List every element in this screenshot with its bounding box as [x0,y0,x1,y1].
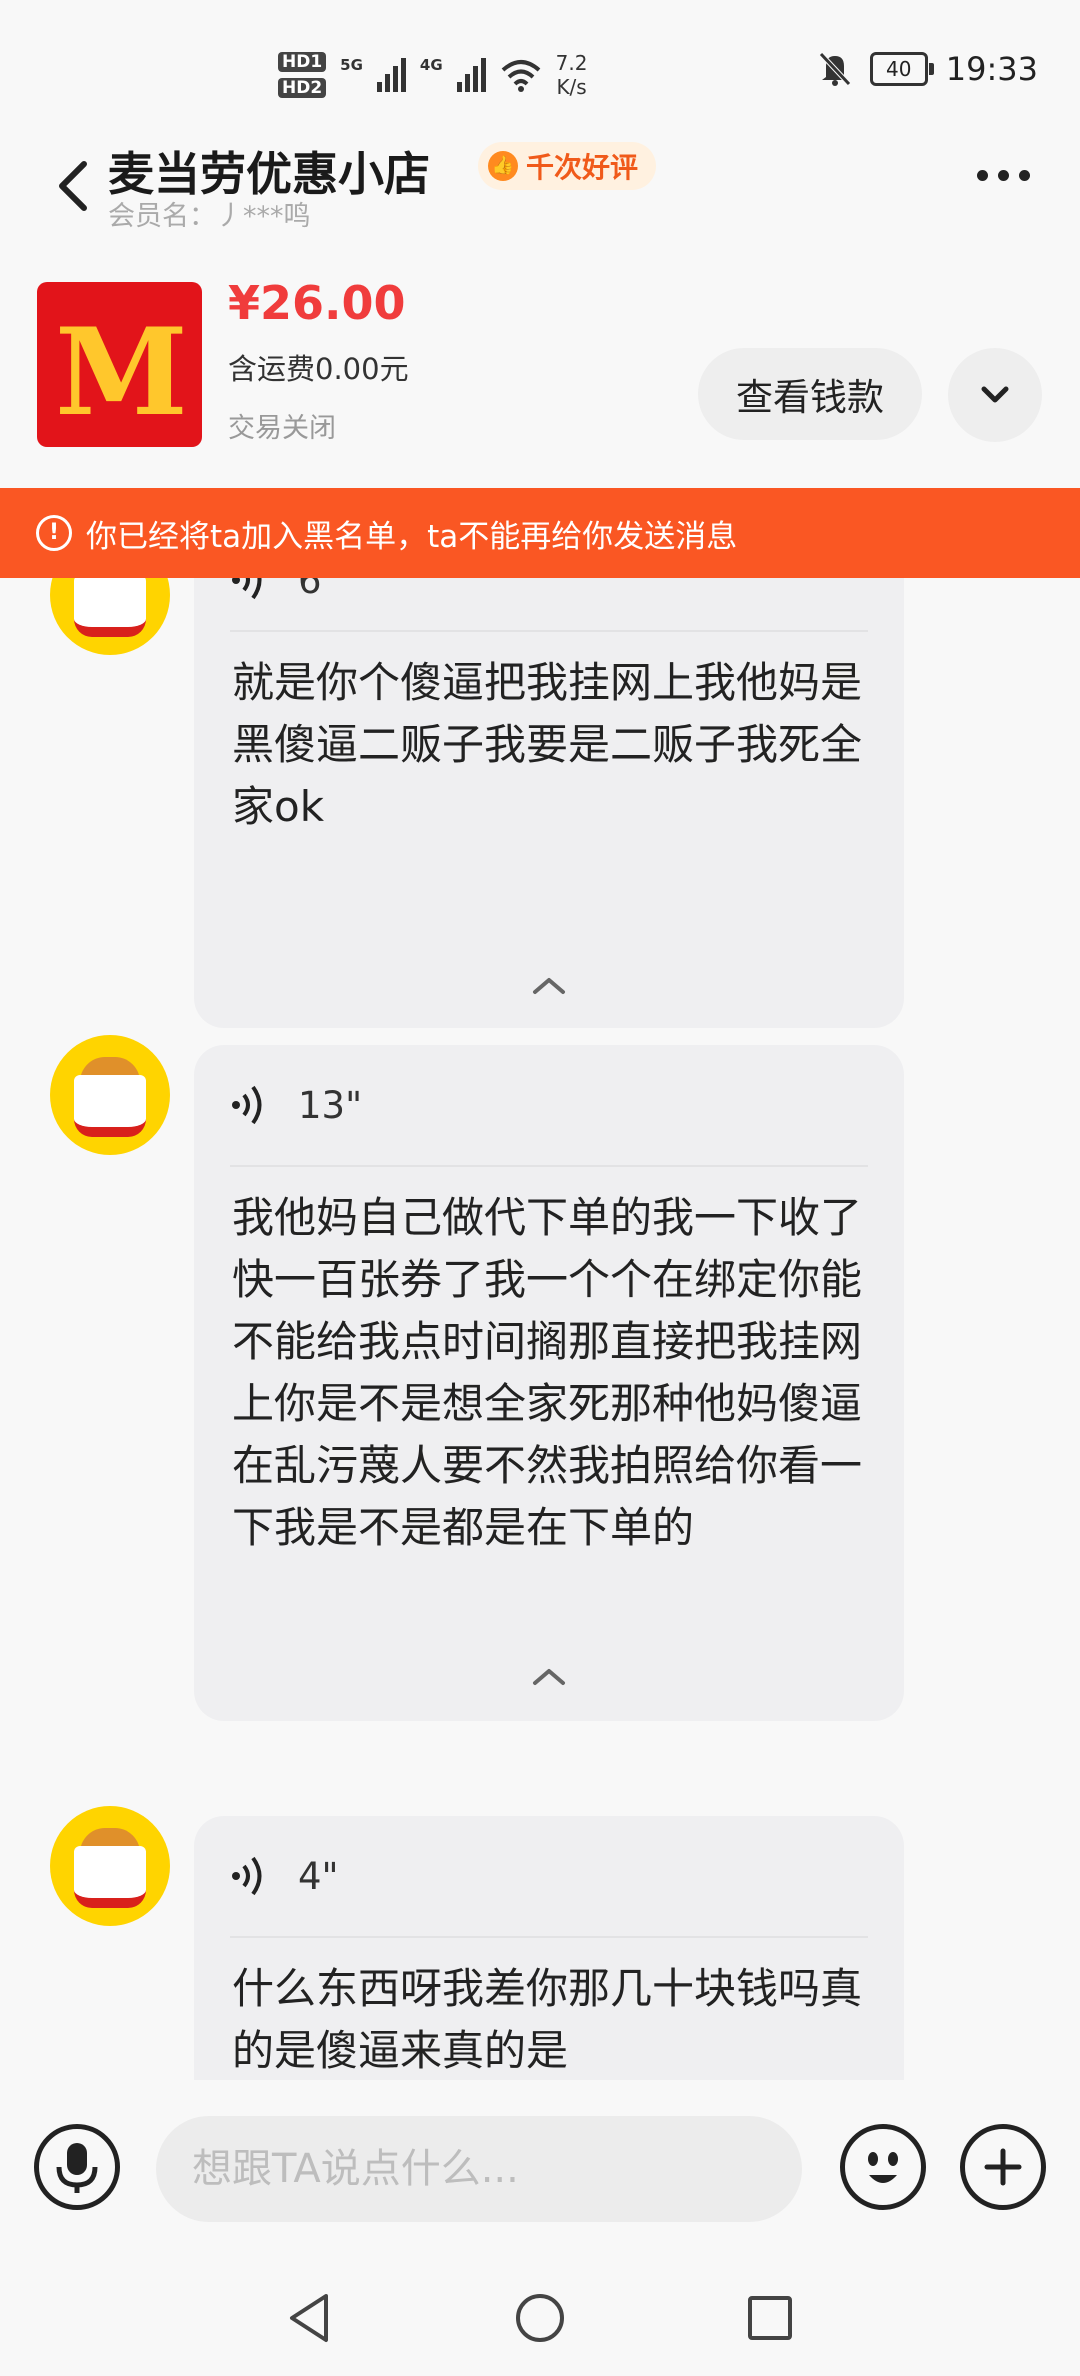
clock: 19:33 [945,50,1038,88]
signal-icon [376,58,406,92]
voice-wave-icon [232,578,262,600]
emoji-button[interactable] [840,2124,926,2210]
wifi-icon [501,60,540,92]
hd-indicator: HD1 HD2 [278,52,327,98]
mcdonalds-logo-icon: M [55,302,188,443]
voice-duration: 13" [298,1083,363,1127]
blacklist-notice: ! 你已经将ta加入黑名单，ta不能再给你发送消息 [0,488,1080,578]
message-input[interactable] [156,2116,802,2222]
voice-transcript: 什么东西呀我差你那几十块钱吗真的是傻逼来真的是 [232,1964,863,2075]
sender-avatar[interactable] [50,578,170,655]
blacklist-notice-text: 你已经将ta加入黑名单，ta不能再给你发送消息 [86,518,738,555]
system-nav-bar [0,2260,1080,2376]
product-thumbnail[interactable]: M [37,282,202,447]
speed-unit: K/s [556,75,587,99]
voice-duration: 4" [298,1854,339,1898]
voice-wave-icon [232,1856,262,1896]
voice-wave-icon [232,1085,262,1125]
network-speed: 7.2 K/s [556,51,588,99]
message-list[interactable]: 6" 就是你个傻逼把我挂网上我他妈是黑傻逼二贩子我要是二贩子我死全家ok 13" [0,578,1080,2080]
rating-badge: 👍 千次好评 [478,142,657,190]
nav-back-icon[interactable] [280,2288,340,2348]
voice-input-button[interactable] [34,2124,120,2210]
order-price: ¥26.00 [228,276,406,330]
hd2-label: HD2 [278,78,327,98]
chat-header: 麦当劳优惠小店 👍 千次好评 会员名：丿***鸣 [0,130,1080,240]
nav-recents-icon[interactable] [740,2288,800,2348]
voice-transcript: 就是你个傻逼把我挂网上我他妈是黑傻逼二贩子我要是二贩子我死全家ok [232,658,863,831]
voice-message-bubble[interactable]: 4" 什么东西呀我差你那几十块钱吗真的是傻逼来真的是 [194,1816,904,2080]
voice-message-bubble[interactable]: 13" 我他妈自己做代下单的我一下收了快一百张券了我一个个在绑定你能不能给我点时… [194,1045,904,1721]
rating-badge-label: 千次好评 [526,151,639,184]
member-name: 会员名：丿***鸣 [108,201,311,232]
smiley-icon [868,2152,898,2183]
network-4g-label: 4G [419,56,443,74]
chevron-up-icon[interactable] [527,972,571,998]
hd1-label: HD1 [278,52,327,72]
back-arrow-icon[interactable] [48,150,98,220]
chevron-up-icon[interactable] [527,1663,571,1689]
speed-value: 7.2 [555,51,588,75]
plus-icon [984,2148,1022,2186]
more-options-icon[interactable] [977,170,1030,181]
view-payment-button[interactable]: 查看钱款 [698,348,922,440]
mute-bell-icon [818,52,851,86]
voice-message-bubble[interactable]: 6" 就是你个傻逼把我挂网上我他妈是黑傻逼二贩子我要是二贩子我死全家ok [194,578,904,1028]
input-bar [0,2080,1080,2260]
battery-icon: 40 [869,52,934,86]
chevron-down-icon [981,386,1009,403]
sender-avatar[interactable] [50,1035,170,1155]
signal-icon-2 [456,58,486,92]
trade-status: 交易关闭 [228,413,336,444]
sender-avatar[interactable] [50,1806,170,1926]
warning-icon: ! [36,515,72,551]
network-5g-label: 5G [340,56,363,74]
voice-transcript: 我他妈自己做代下单的我一下收了快一百张券了我一个个在绑定你能不能给我点时间搁那直… [232,1193,863,1552]
microphone-icon [56,2143,98,2193]
voice-duration: 6" [298,578,339,602]
thumb-up-icon: 👍 [488,151,518,181]
expand-order-button[interactable] [948,348,1042,442]
status-bar: HD1 HD2 5G 4G 7.2 K/s 40 19:33 [0,0,1080,150]
more-actions-button[interactable] [960,2124,1046,2210]
order-card[interactable]: M ¥26.00 含运费0.00元 交易关闭 查看钱款 [0,270,1080,450]
shipping-fee: 含运费0.00元 [228,352,409,386]
nav-home-icon[interactable] [510,2288,570,2348]
